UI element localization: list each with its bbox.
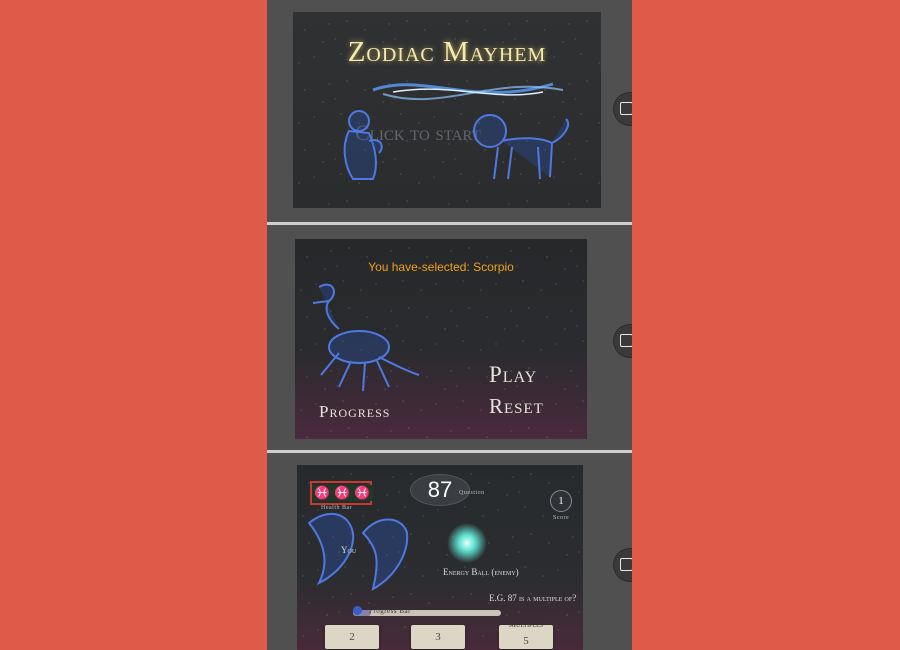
question-prompt: E.G. 87 is a multiple of? [489,593,577,603]
player-label: You [341,545,357,555]
photo-strip: Zodiac Mayhem Click to start You have-se… [267,0,632,650]
scorpio-constellation-icon [312,283,420,392]
energy-ball-icon [447,523,487,563]
enemy-label: Energy Ball (enemy) [443,567,519,577]
answer-button-1[interactable]: 2 [325,625,379,649]
aquarius-constellation-icon [343,110,383,180]
pisces-constellation-icon [307,513,409,591]
progress-bar-label: Progress Bar [369,607,411,615]
progress-button[interactable]: Progress [319,402,390,422]
health-bar: ♓ ♓ ♓ [310,481,373,505]
answer-value-3: 5 [523,635,529,647]
home-button-icon[interactable] [614,93,632,125]
answer-button-3[interactable]: Multiples 5 [499,620,553,649]
answer-button-2[interactable]: 3 [411,625,465,649]
tablet-select: You have-selected: Scorpio Progress Play… [267,222,632,453]
health-icon: ♓ [312,485,333,501]
title-screen[interactable]: Zodiac Mayhem Click to start [293,12,601,208]
progress-bar-marker-icon [353,606,362,615]
game-title: Zodiac Mayhem [347,36,547,68]
leo-constellation-icon [473,114,570,180]
battle-screen: ♓ ♓ ♓ Health Bar 87 Question 1 Score You [297,465,583,650]
play-button[interactable]: Play [489,362,537,388]
score-value: 1 [550,490,572,512]
health-icon: ♓ [352,485,373,501]
select-screen: You have-selected: Scorpio Progress Play… [295,239,587,439]
reset-button[interactable]: Reset [489,394,544,419]
home-button-icon[interactable] [614,549,632,581]
question-label: Question [459,490,485,496]
selected-sign-text: You have-selected: Scorpio [368,260,514,274]
swirl-icon [372,82,564,101]
score-label: Score [553,515,570,521]
tablet-battle: ♓ ♓ ♓ Health Bar 87 Question 1 Score You [267,450,632,650]
health-icon: ♓ [332,485,353,501]
home-button-icon[interactable] [614,325,632,357]
tablet-title: Zodiac Mayhem Click to start [267,0,632,222]
